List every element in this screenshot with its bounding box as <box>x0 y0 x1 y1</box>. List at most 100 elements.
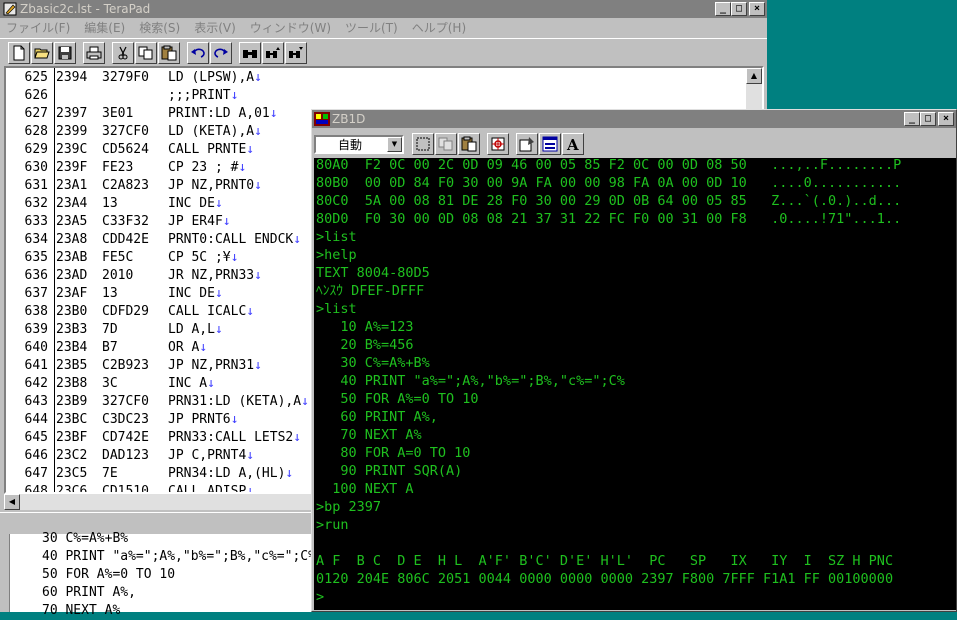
minimize-button[interactable]: _ <box>904 112 920 126</box>
line-source: CALL ICALC↓ <box>168 304 255 319</box>
line-opcode: CDFD29 <box>102 304 149 319</box>
menu-edit[interactable]: 編集(E) <box>84 19 125 36</box>
open-folder-icon[interactable] <box>31 41 53 64</box>
paste-icon[interactable] <box>458 133 480 155</box>
undo-icon[interactable] <box>187 41 209 64</box>
line-number: 644 <box>24 412 48 427</box>
editor-line[interactable]: 626 ;;;PRINT↓ <box>6 87 239 105</box>
line-number: 637 <box>24 286 48 301</box>
editor-line[interactable]: 644 23BC C3DC23 JP PRNT6↓ <box>6 411 239 429</box>
menu-help[interactable]: ヘルプ(H) <box>412 19 466 36</box>
editor-line[interactable]: 646 23C2 DAD123 JP C,PRNT4↓ <box>6 447 255 465</box>
find-icon[interactable] <box>239 41 261 64</box>
close-button[interactable]: × <box>749 2 765 16</box>
newline-mark-icon: ↓ <box>230 88 239 103</box>
window-icon[interactable] <box>539 133 561 155</box>
print-icon[interactable] <box>83 41 105 64</box>
line-source: CP 5C ;¥↓ <box>168 250 239 265</box>
editor-line[interactable]: 647 23C5 7E PRN34:LD A,(HL)↓ <box>6 465 294 483</box>
editor-line[interactable]: 631 23A1 C2A823 JP NZ,PRNT0↓ <box>6 177 262 195</box>
cut-icon[interactable] <box>112 41 134 64</box>
console-line: >help <box>316 247 357 263</box>
console-line: 30 C%=A%+B% <box>316 355 430 371</box>
editor-line[interactable]: 643 23B9 327CF0 PRN31:LD (KETA),A↓ <box>6 393 309 411</box>
zb1d-titlebar[interactable]: ZB1D _ □ × <box>312 110 956 128</box>
editor-line[interactable]: 628 2399 327CF0 LD (KETA),A↓ <box>6 123 262 141</box>
maximize-button[interactable]: □ <box>731 2 747 16</box>
line-address: 23B4 <box>56 340 88 355</box>
line-opcode: 327CF0 <box>102 394 149 409</box>
line-source: OR A↓ <box>168 340 208 355</box>
minimize-button[interactable]: _ <box>715 2 731 16</box>
newline-mark-icon: ↓ <box>246 484 255 494</box>
close-button[interactable]: × <box>938 112 954 126</box>
console-line: 20 B%=456 <box>316 337 414 353</box>
editor-line[interactable]: 640 23B4 B7 OR A↓ <box>6 339 208 357</box>
new-file-icon[interactable] <box>8 41 30 64</box>
editor-line[interactable]: 638 23B0 CDFD29 CALL ICALC↓ <box>6 303 255 321</box>
newline-mark-icon: ↓ <box>254 124 262 139</box>
paste-icon[interactable] <box>158 41 180 64</box>
line-opcode: 327CF0 <box>102 124 149 139</box>
line-address: 239C <box>56 142 88 157</box>
chevron-down-icon[interactable]: ▼ <box>387 136 402 152</box>
menu-view[interactable]: 表示(V) <box>194 19 236 36</box>
line-number: 642 <box>24 376 48 391</box>
editor-line[interactable]: 642 23B8 3C INC A↓ <box>6 375 215 393</box>
editor-line[interactable]: 634 23A8 CDD42E PRNT0:CALL ENDCK↓ <box>6 231 302 249</box>
editor-line[interactable]: 636 23AD 2010 JR NZ,PRN33↓ <box>6 267 262 285</box>
line-number: 625 <box>24 70 48 85</box>
editor-line[interactable]: 630 239F FE23 CP 23 ; #↓ <box>6 159 247 177</box>
menu-tools[interactable]: ツール(T) <box>345 19 398 36</box>
find-prev-icon[interactable] <box>262 41 284 64</box>
mode-select-value: 自動 <box>338 137 363 152</box>
line-address: 23B8 <box>56 376 88 391</box>
editor-line[interactable]: 639 23B3 7D LD A,L↓ <box>6 321 223 339</box>
editor-line[interactable]: 637 23AF 13 INC DE↓ <box>6 285 223 303</box>
editor-line[interactable]: 633 23A5 C33F32 JP ER4F↓ <box>6 213 231 231</box>
zb1d-window: ZB1D _ □ × 自動 ▼ A 80A0 F2 0C 00 2C 0D 09… <box>311 109 957 612</box>
newline-mark-icon: ↓ <box>269 106 278 121</box>
newline-mark-icon: ↓ <box>238 160 247 175</box>
editor-line[interactable]: 641 23B5 C2B923 JP NZ,PRN31↓ <box>6 357 262 375</box>
editor-line[interactable]: 625 2394 3279F0 LD (LPSW),A↓ <box>6 69 262 87</box>
menu-file[interactable]: ファイル(F) <box>6 19 70 36</box>
console-line: 100 NEXT A <box>316 481 414 497</box>
scroll-up-icon[interactable]: ▲ <box>746 68 762 84</box>
terapad-titlebar[interactable]: Zbasic2c.lst - TeraPad _ □ × <box>0 0 767 18</box>
svg-text:A: A <box>566 136 579 152</box>
copy-icon[interactable] <box>135 41 157 64</box>
select-icon[interactable] <box>412 133 434 155</box>
line-opcode: CD742E <box>102 430 149 445</box>
newline-mark-icon: ↓ <box>254 358 262 373</box>
background-editor-window: 30 C%=A%+B% 40 PRINT "a%=";A%,"b%=";B%,"… <box>0 531 320 618</box>
copy-icon[interactable] <box>435 133 457 155</box>
mode-select[interactable]: 自動 ▼ <box>314 134 404 154</box>
console-line: 90 PRINT SQR(A) <box>316 463 463 479</box>
editor-line[interactable]: 632 23A4 13 INC DE↓ <box>6 195 223 213</box>
line-opcode: B7 <box>102 340 118 355</box>
target-icon[interactable] <box>487 133 509 155</box>
maximize-button[interactable]: □ <box>920 112 936 126</box>
menu-window[interactable]: ウィンドウ(W) <box>250 19 331 36</box>
line-opcode: C3DC23 <box>102 412 149 427</box>
editor-line[interactable]: 627 2397 3E01 PRINT:LD A,01↓ <box>6 105 278 123</box>
line-number: 647 <box>24 466 48 481</box>
find-next-icon[interactable] <box>285 41 307 64</box>
line-source: PRINT:LD A,01↓ <box>168 106 278 121</box>
zb1d-console[interactable]: 80A0 F2 0C 00 2C 0D 09 46 00 05 85 F2 0C… <box>314 158 956 610</box>
line-address: 239F <box>56 160 88 175</box>
font-icon[interactable]: A <box>562 133 584 155</box>
redo-icon[interactable] <box>210 41 232 64</box>
editor-line[interactable]: 629 239C CD5624 CALL PRNTE↓ <box>6 141 255 159</box>
editor-line[interactable]: 648 23C6 CD1510 CALL ADISP↓ <box>6 483 255 494</box>
editor-line[interactable]: 645 23BF CD742E PRN33:CALL LETS2↓ <box>6 429 302 447</box>
menu-search[interactable]: 検索(S) <box>139 19 180 36</box>
line-number: 633 <box>24 214 48 229</box>
line-opcode: 13 <box>102 196 118 211</box>
line-source: INC A↓ <box>168 376 215 391</box>
settings-icon[interactable] <box>516 133 538 155</box>
editor-line[interactable]: 635 23AB FE5C CP 5C ;¥↓ <box>6 249 239 267</box>
save-icon[interactable] <box>54 41 76 64</box>
scroll-left-icon[interactable]: ◀ <box>4 494 20 510</box>
